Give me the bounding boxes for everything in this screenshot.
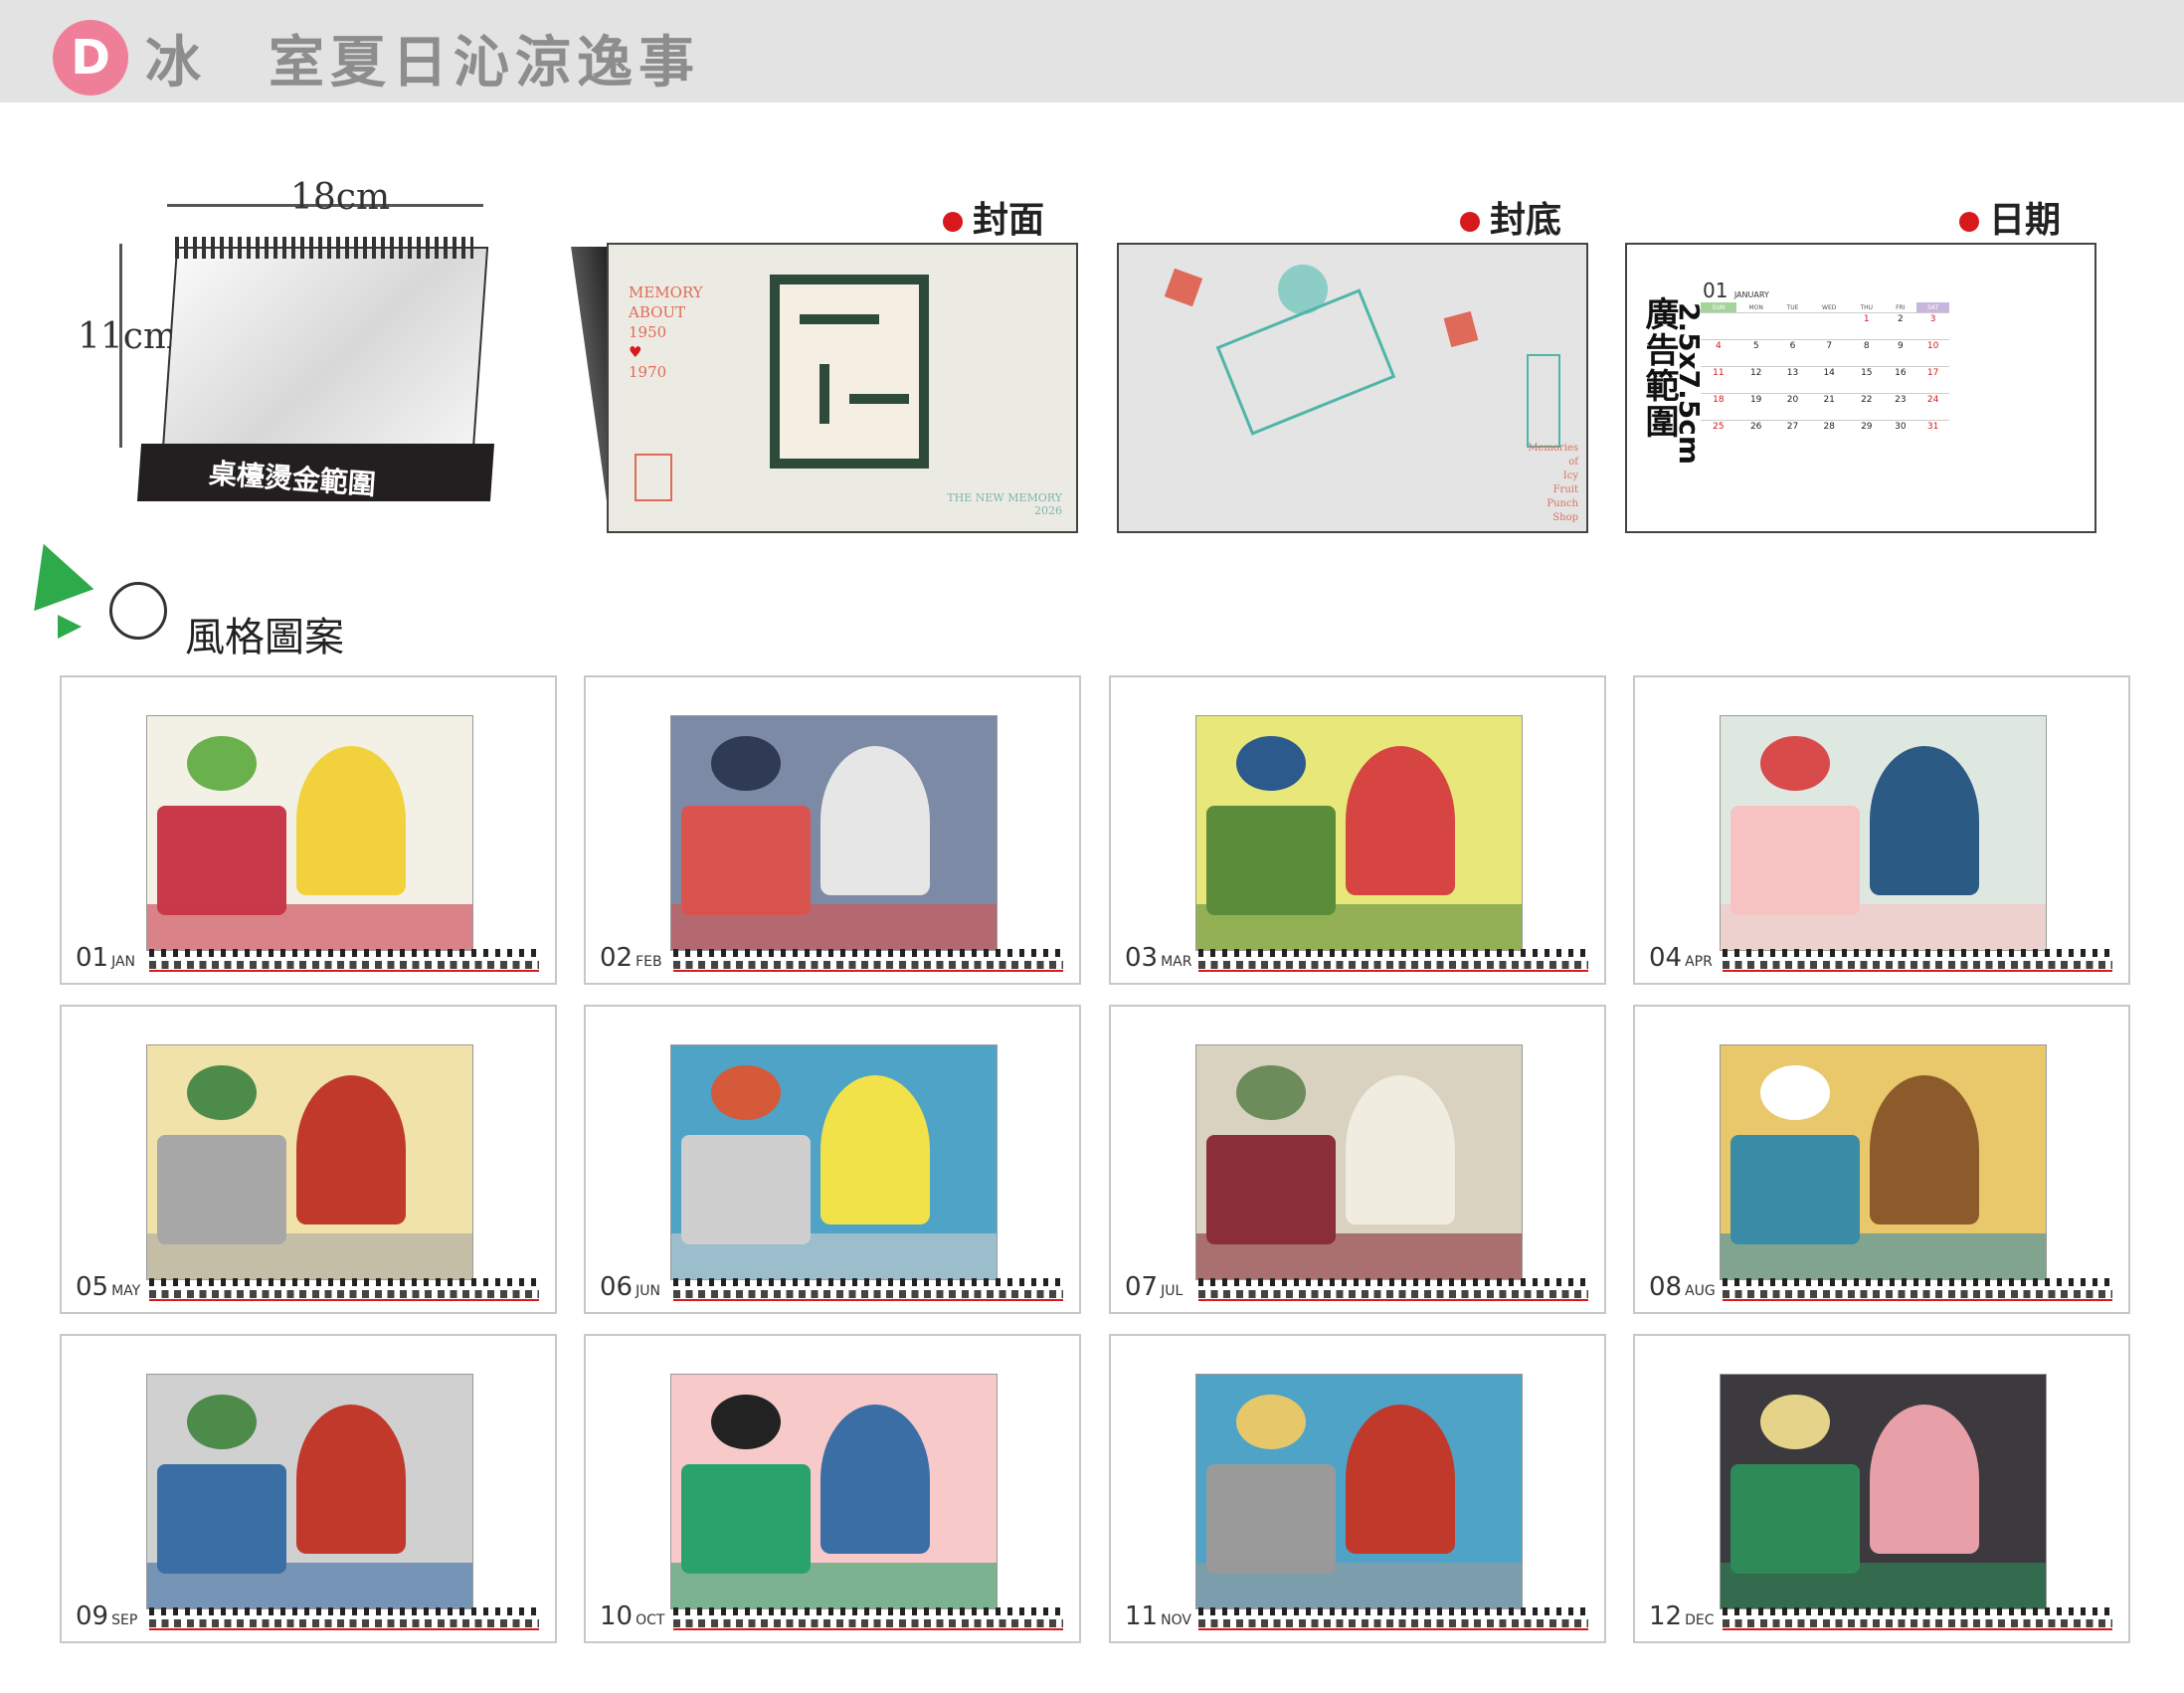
month-card[interactable]: 07 JUL [1109, 1005, 1606, 1314]
date-strip [673, 1607, 1063, 1631]
can-icon [1443, 310, 1479, 348]
month-card[interactable]: 10 OCT [584, 1334, 1081, 1643]
month-card[interactable]: 04 APR [1633, 675, 2130, 985]
style-heading: 風格圖案 [185, 615, 344, 660]
red-dot-icon [1460, 212, 1480, 232]
month-card[interactable]: 11 NOV [1109, 1334, 1606, 1643]
month-label: 01 JAN [76, 943, 136, 973]
date-strip [1198, 1607, 1588, 1631]
month-illustration [1720, 1044, 2047, 1280]
month-label: 10 OCT [600, 1601, 665, 1631]
month-card[interactable]: 02 FEB [584, 675, 1081, 985]
date-strip [673, 949, 1063, 973]
spiral-binding [175, 237, 473, 259]
month-card[interactable]: 03 MAR [1109, 675, 1606, 985]
back-preview: Memories of Icy Fruit Punch Shop [1117, 243, 1588, 533]
date-strip [149, 1278, 539, 1302]
cover-footer: THE NEW MEMORY 2026 [947, 491, 1062, 517]
month-label: 12 DEC [1649, 1601, 1715, 1631]
month-illustration [146, 715, 473, 951]
date-strip [1198, 949, 1588, 973]
month-label: 04 APR [1649, 943, 1713, 973]
month-label: 11 NOV [1125, 1601, 1191, 1631]
date-strip [1723, 949, 2112, 973]
month-illustration [1195, 1374, 1523, 1609]
green-triangle-icon [13, 532, 94, 612]
calendar-stand: 桌檯燙金範圍 [136, 237, 646, 501]
month-label: 02 FEB [600, 943, 662, 973]
date-strip [1723, 1607, 2112, 1631]
month-illustration [1195, 715, 1523, 951]
girl-face-icon [109, 582, 167, 640]
month-illustration [670, 1044, 998, 1280]
month-illustration [146, 1044, 473, 1280]
month-illustration [1720, 715, 2047, 951]
cover-title: MEMORY ABOUT 1950 ♥ 1970 [629, 283, 703, 381]
month-label: 03 MAR [1125, 943, 1192, 973]
ticket-illustration [1215, 288, 1396, 436]
date-strip [673, 1278, 1063, 1302]
red-dot-icon [1959, 212, 1979, 232]
can-icon [1164, 268, 1203, 307]
cover-heading: 封面 [943, 191, 1044, 243]
heart-icon: ♥ [629, 343, 642, 361]
month-label: 06 JUN [600, 1272, 660, 1302]
cover-preview: MEMORY ABOUT 1950 ♥ 1970 THE NEW MEMORY 2026 [607, 243, 1078, 533]
back-caption: Memories of Icy Fruit Punch Shop [1528, 443, 1578, 523]
month-label: 08 AUG [1649, 1272, 1716, 1302]
month-label: 09 SEP [76, 1601, 138, 1631]
month-heading: 01 JANUARY [1703, 279, 1769, 302]
date-strip [149, 1607, 539, 1631]
month-illustration [1720, 1374, 2047, 1609]
month-label: 05 MAY [76, 1272, 141, 1302]
shop-logo-icon [635, 454, 672, 501]
blank-sheet [161, 247, 489, 450]
title-word-2: 室夏日沁涼逸事 [269, 31, 700, 95]
title-banner: D 冰 室夏日沁涼逸事 [0, 0, 2184, 102]
month-illustration [670, 715, 998, 951]
red-dot-icon [943, 212, 963, 232]
back-heading: 封底 [1460, 191, 1561, 243]
date-strip [1723, 1278, 2112, 1302]
month-illustration [146, 1374, 473, 1609]
machine-icon [1527, 354, 1560, 448]
month-label: 07 JUL [1125, 1272, 1183, 1302]
title-word-1: 冰 [145, 31, 207, 95]
month-card[interactable]: 01 JAN [60, 675, 557, 985]
month-card[interactable]: 09 SEP [60, 1334, 557, 1643]
green-arrow-icon [58, 615, 82, 639]
date-preview: 廣告範圍 2.5x7.5cm 01 JANUARY SUN MON TUE WED TH… [1625, 243, 2096, 533]
date-strip [1198, 1278, 1588, 1302]
width-label: 18cm [290, 177, 391, 218]
series-badge: D [53, 20, 128, 95]
date-strip [149, 949, 539, 973]
month-card[interactable]: 12 DEC [1633, 1334, 2130, 1643]
month-card[interactable]: 06 JUN [584, 1005, 1081, 1314]
maze-illustration [770, 275, 929, 469]
date-heading: 日期 [1959, 191, 2061, 243]
month-card[interactable]: 08 AUG [1633, 1005, 2130, 1314]
month-illustration [670, 1374, 998, 1609]
month-illustration [1195, 1044, 1523, 1280]
month-calendar: SUN MON TUE WED THU FRI SAT 123 4 5 6 7 8 9 10 11 12 1… [1701, 302, 1949, 447]
month-card[interactable]: 05 MAY [60, 1005, 557, 1314]
